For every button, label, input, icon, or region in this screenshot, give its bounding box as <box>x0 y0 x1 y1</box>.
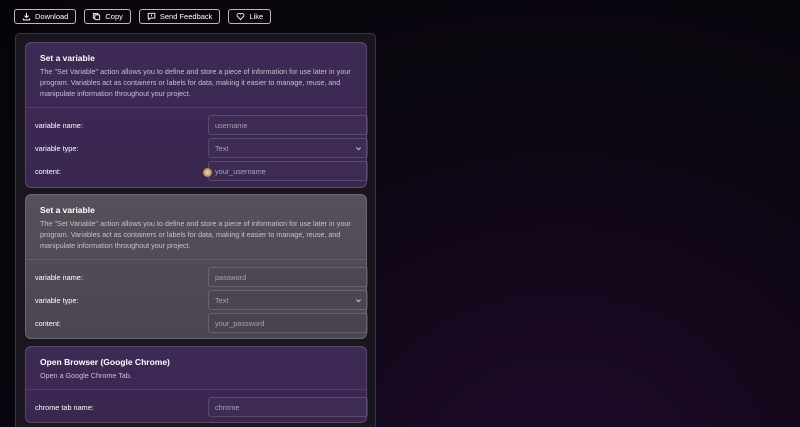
content-input[interactable]: your_username <box>208 161 368 181</box>
variable-name-label: variable name: <box>35 273 83 282</box>
download-label: Download <box>35 12 69 21</box>
toolbar: Download Copy Send Feedback Like <box>14 9 272 24</box>
chrome-tab-name-input[interactable]: chrome <box>208 397 368 417</box>
feedback-icon <box>147 12 156 21</box>
card-fields: variable name: password variable type: T… <box>26 260 368 342</box>
heart-icon <box>237 12 245 21</box>
card-fields: chrome tab name: chrome <box>26 390 368 426</box>
card-title: Open Browser (Google Chrome) <box>40 357 170 367</box>
download-button[interactable]: Download <box>14 9 77 24</box>
variable-type-label: variable type: <box>35 144 79 153</box>
variable-name-input[interactable]: username <box>208 115 368 135</box>
copy-icon <box>93 13 101 21</box>
variable-type-value: Text <box>215 144 229 153</box>
chevron-down-icon <box>355 147 362 151</box>
field-row-content: content: your_username <box>35 161 368 184</box>
card-header: Open Browser (Google Chrome) Open a Goog… <box>26 347 366 390</box>
field-row-variable-name: variable name: password <box>35 267 368 290</box>
content-label: content: <box>35 319 61 328</box>
variable-type-select[interactable]: Text <box>208 290 368 310</box>
send-feedback-label: Send Feedback <box>159 12 213 21</box>
variable-name-label: variable name: <box>35 121 83 130</box>
content-input[interactable]: your_password <box>208 313 368 333</box>
card-header: Set a variable The "Set Variable" action… <box>26 195 366 260</box>
like-label: Like <box>249 12 264 21</box>
card-description: The "Set Variable" action allows you to … <box>40 67 351 98</box>
field-row-content: content: your_password <box>35 313 368 336</box>
like-button[interactable]: Like <box>228 9 272 24</box>
card-header: Set a variable The "Set Variable" action… <box>26 43 366 108</box>
field-row-chrome-tab-name: chrome tab name: chrome <box>35 397 368 420</box>
download-icon <box>22 12 31 21</box>
copy-label: Copy <box>105 12 123 21</box>
open-browser-card[interactable]: Open Browser (Google Chrome) Open a Goog… <box>25 346 368 426</box>
actions-panel: Set a variable The "Set Variable" action… <box>15 33 376 427</box>
chrome-tab-name-label: chrome tab name: <box>35 403 94 412</box>
field-row-variable-name: variable name: username <box>35 115 368 138</box>
set-variable-card[interactable]: Set a variable The "Set Variable" action… <box>25 42 368 190</box>
copy-button[interactable]: Copy <box>84 9 131 24</box>
variable-type-value: Text <box>215 296 229 305</box>
field-row-variable-type: variable type: Text <box>35 290 368 313</box>
chevron-down-icon <box>355 299 362 303</box>
variable-type-label: variable type: <box>35 296 79 305</box>
field-row-variable-type: variable type: Text <box>35 138 368 161</box>
variable-type-select[interactable]: Text <box>208 138 368 158</box>
card-title: Set a variable <box>40 53 95 63</box>
variable-name-input[interactable]: password <box>208 267 368 287</box>
send-feedback-button[interactable]: Send Feedback <box>138 9 221 24</box>
card-title: Set a variable <box>40 205 95 215</box>
set-variable-card-selected[interactable]: Set a variable The "Set Variable" action… <box>25 194 368 342</box>
card-description: The "Set Variable" action allows you to … <box>40 219 351 250</box>
content-label: content: <box>35 167 61 176</box>
card-description: Open a Google Chrome Tab. <box>40 371 132 380</box>
mouse-cursor <box>203 168 212 177</box>
card-fields: variable name: username variable type: T… <box>26 108 368 190</box>
